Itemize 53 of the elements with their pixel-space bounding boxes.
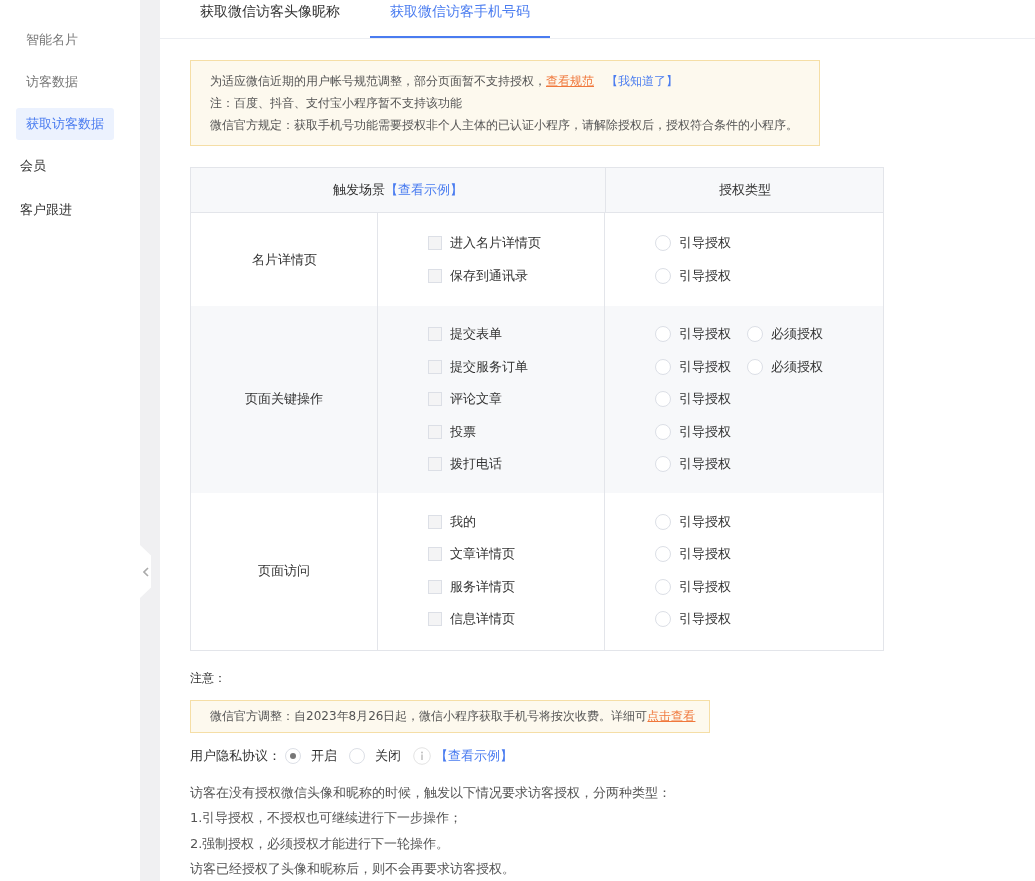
- radio-button[interactable]: 引导授权: [655, 577, 731, 596]
- table-cell: 名片详情页: [251, 250, 317, 269]
- sidebar-item[interactable]: 智能名片: [16, 24, 88, 56]
- explanation-text: 访客在没有授权微信头像和昵称的时候，触发以下情况要求访客授权，分两种类型：: [190, 783, 672, 802]
- info-icon[interactable]: [413, 746, 431, 765]
- radio-button[interactable]: 引导授权: [655, 455, 731, 474]
- checkbox[interactable]: 进入名片详情页: [428, 227, 541, 260]
- tab[interactable]: 获取微信访客手机号码: [370, 0, 550, 38]
- checkbox[interactable]: 提交服务订单: [428, 350, 528, 383]
- radio-button[interactable]: 必须授权: [747, 357, 823, 376]
- radio-button[interactable]: 引导授权: [655, 325, 731, 344]
- radio-button[interactable]: 引导授权: [655, 390, 731, 409]
- checkbox[interactable]: 信息详情页: [428, 603, 515, 636]
- table-cell: 页面关键操作: [245, 390, 323, 409]
- sidebar-item[interactable]: 访客数据: [16, 66, 88, 98]
- radio-button[interactable]: 开启: [285, 746, 337, 765]
- radio-button[interactable]: 引导授权: [655, 234, 731, 253]
- table-cell: 页面访问: [258, 562, 310, 580]
- radio-button[interactable]: 必须授权: [747, 325, 823, 344]
- view-example-link[interactable]: 【查看示例】: [435, 746, 513, 765]
- checkbox[interactable]: 拨打电话: [428, 448, 502, 481]
- checkbox[interactable]: 评论文章: [428, 383, 502, 416]
- radio-button[interactable]: 引导授权: [655, 357, 731, 376]
- dismiss-link[interactable]: 【我知道了】: [606, 74, 678, 88]
- explanation-text: 1.引导授权，不授权也可继续进行下一步操作；: [190, 809, 464, 827]
- checkbox[interactable]: 投票: [428, 415, 476, 448]
- checkbox[interactable]: 保存到通讯录: [428, 259, 528, 292]
- sidebar-item[interactable]: 获取访客数据: [16, 108, 114, 140]
- radio-button[interactable]: 引导授权: [655, 266, 731, 285]
- radio-button[interactable]: 关闭: [349, 746, 401, 765]
- chevron-left-icon: [142, 566, 149, 577]
- checkbox[interactable]: 我的: [428, 505, 476, 538]
- header-text: 触发场景: [333, 181, 385, 199]
- sidebar-item[interactable]: 会员: [16, 150, 50, 182]
- notice-text: 为适应微信近期的用户帐号规范调整，部分页面暂不支持授权，: [210, 74, 546, 88]
- checkbox[interactable]: 服务详情页: [428, 570, 515, 603]
- tab[interactable]: 获取微信访客头像昵称: [180, 0, 360, 38]
- privacy-label: 用户隐私协议：: [190, 746, 281, 765]
- notice-text: 微信官方规定：获取手机号功能需要授权非个人主体的已认证小程序，请解除授权后，授权符合条件的小程序。: [210, 117, 799, 134]
- notice-text: 注：百度、抖音、支付宝小程序暂不支持该功能: [210, 95, 463, 112]
- checkbox[interactable]: 提交表单: [428, 318, 502, 351]
- table-header: 授权类型: [717, 181, 772, 199]
- explanation-text: 访客已经授权了头像和昵称后，则不会再要求访客授权。: [190, 860, 516, 878]
- explanation-text: 2.强制授权，必须授权才能进行下一轮操作。: [190, 834, 451, 853]
- fee-text: 微信官方调整：自2023年8月26日起，微信小程序获取手机号将按次收费。详细可: [210, 708, 648, 723]
- note-label: 注意：: [190, 669, 227, 687]
- checkbox[interactable]: 文章详情页: [428, 538, 515, 571]
- sidebar-item[interactable]: 客户跟进: [16, 194, 76, 226]
- radio-button[interactable]: 引导授权: [655, 610, 731, 629]
- radio-button[interactable]: 引导授权: [655, 422, 731, 441]
- radio-button[interactable]: 引导授权: [655, 545, 731, 564]
- radio-button[interactable]: 引导授权: [655, 512, 731, 531]
- view-example-link[interactable]: 【查看示例】: [385, 181, 463, 199]
